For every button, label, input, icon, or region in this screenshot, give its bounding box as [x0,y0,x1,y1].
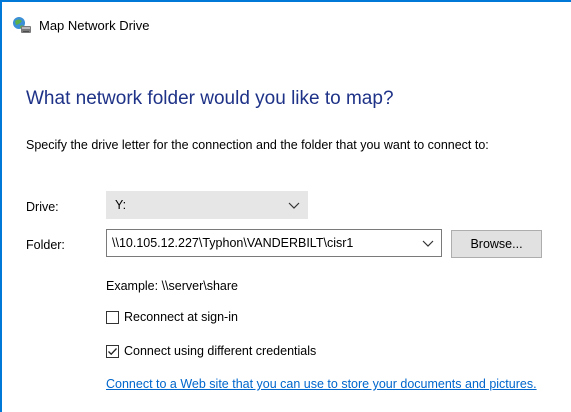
web-site-link[interactable]: Connect to a Web site that you can use t… [106,377,537,391]
window-border-left [0,0,2,412]
credentials-checkbox[interactable] [106,344,119,358]
title-bar: Map Network Drive [12,14,150,36]
page-heading: What network folder would you like to ma… [26,88,394,109]
drive-value: Y: [115,198,127,212]
folder-example-text: Example: \\server\share [106,279,238,293]
credentials-label: Connect using different credentials [124,344,317,358]
chevron-down-icon[interactable] [422,238,434,248]
instruction-text: Specify the drive letter for the connect… [26,138,489,152]
network-drive-icon [13,17,31,33]
checkmark-icon [108,347,117,355]
credentials-option[interactable]: Connect using different credentials [106,344,316,358]
drive-select[interactable]: Y: [106,191,308,219]
chevron-down-icon [288,202,300,209]
folder-label: Folder: [26,238,65,252]
folder-combobox[interactable]: \\10.105.12.227\Typhon\VANDERBILT\cisr1 [106,229,442,257]
folder-value: \\10.105.12.227\Typhon\VANDERBILT\cisr1 [112,236,354,250]
window-border-top [0,0,571,2]
window-title: Map Network Drive [39,17,150,33]
reconnect-label: Reconnect at sign-in [124,310,238,324]
reconnect-checkbox[interactable] [106,310,119,324]
map-network-drive-dialog: Map Network Drive What network folder wo… [0,0,571,412]
browse-button[interactable]: Browse... [451,230,542,258]
reconnect-option[interactable]: Reconnect at sign-in [106,310,238,324]
drive-label: Drive: [26,200,59,214]
